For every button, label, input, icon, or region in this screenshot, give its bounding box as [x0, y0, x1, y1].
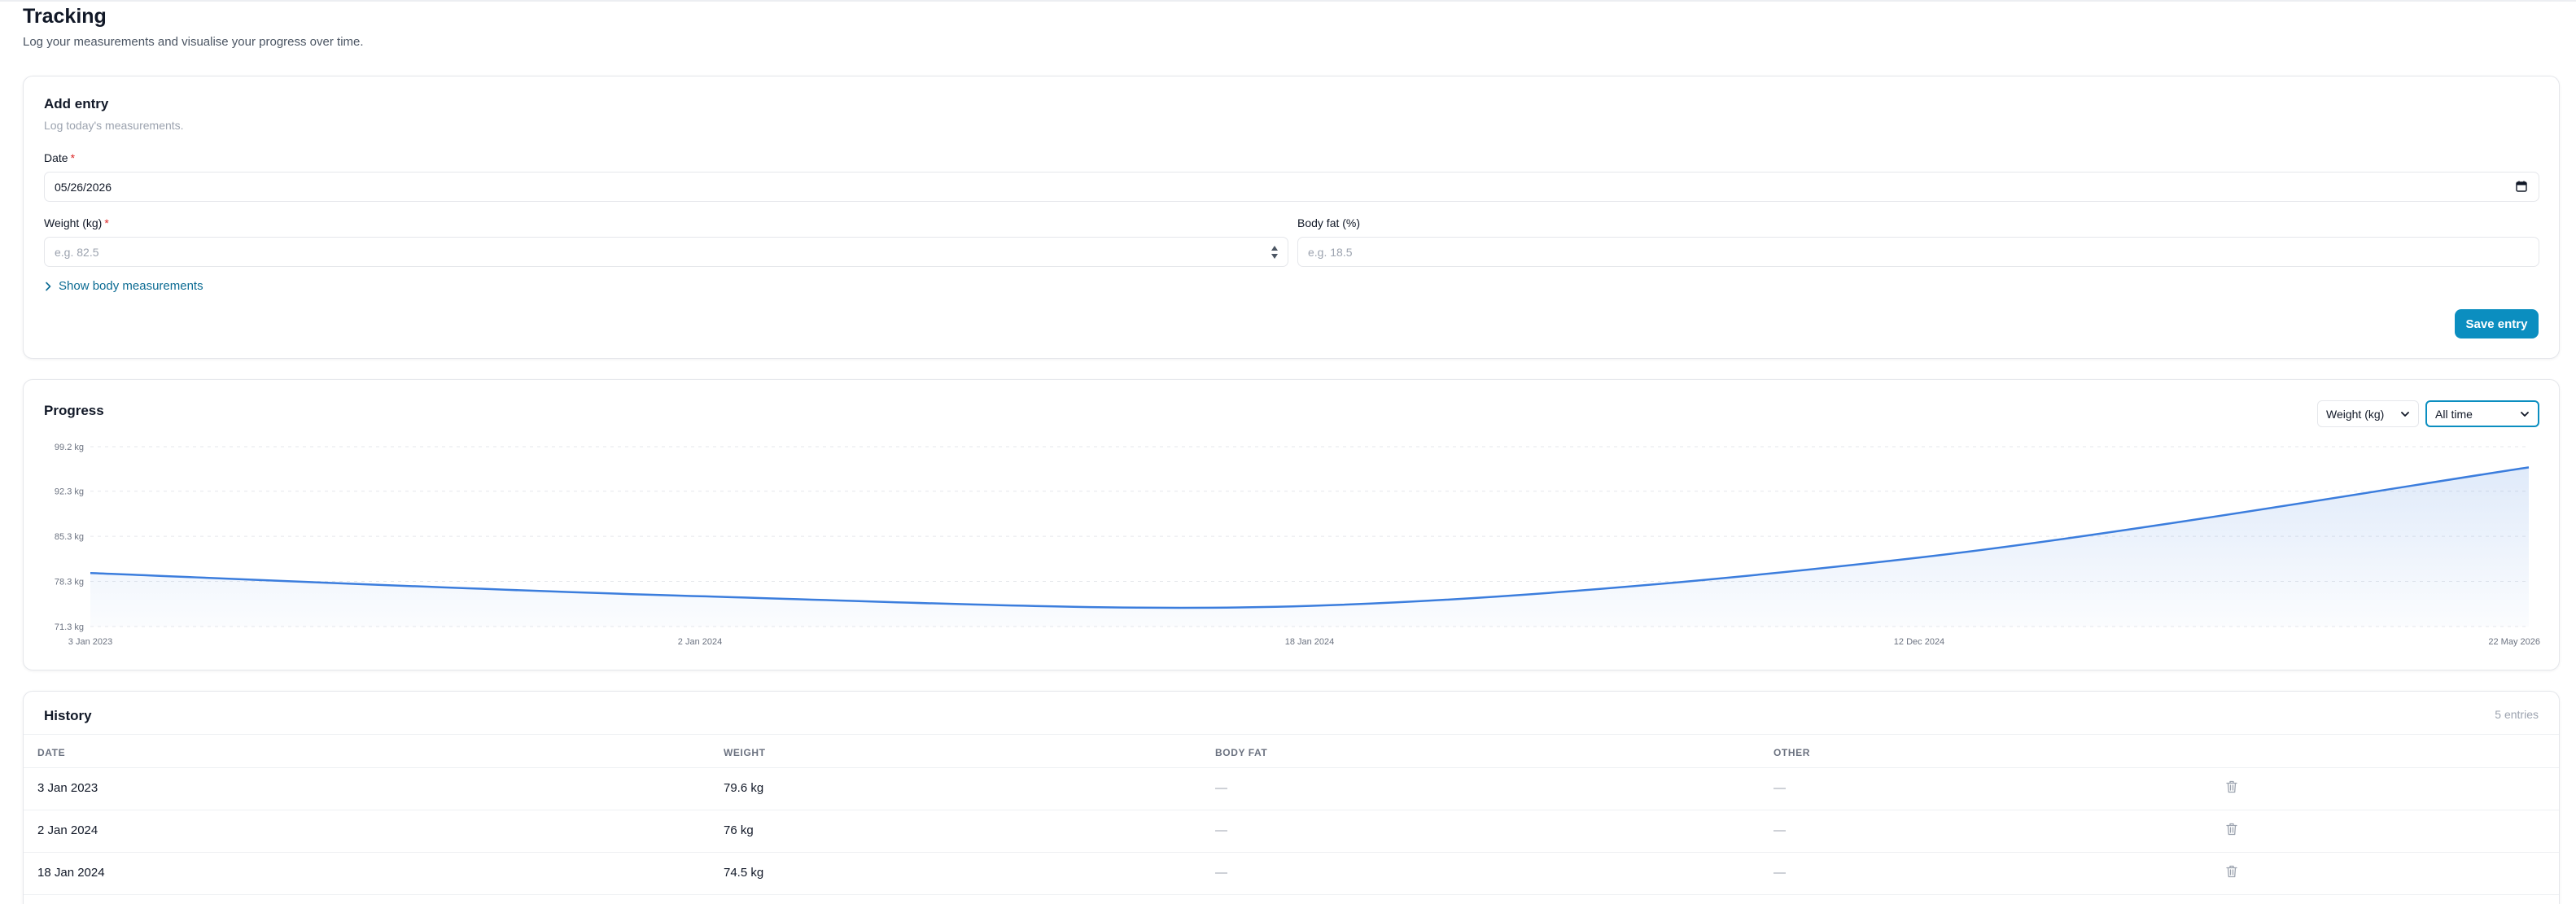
y-tick-label: 85.3 kg — [55, 532, 84, 542]
top-divider — [0, 0, 2576, 2]
bodyfat-input[interactable]: e.g. 18.5 — [1297, 237, 2539, 267]
y-tick-label: 78.3 kg — [55, 578, 84, 587]
add-entry-subtitle: Log today's measurements. — [44, 119, 184, 132]
y-tick-label: 71.3 kg — [55, 622, 84, 632]
column-header-other: OTHER — [1773, 747, 1810, 758]
x-tick-label: 18 Jan 2024 — [1285, 637, 1335, 647]
chevron-right-icon — [46, 282, 51, 290]
history-title: History — [44, 708, 92, 723]
divider — [24, 894, 2559, 895]
weight-label: Weight (kg) * — [44, 216, 109, 229]
y-tick-label: 92.3 kg — [55, 487, 84, 497]
table-row-date: 2 Jan 2024 — [37, 823, 98, 837]
table-row-date: 3 Jan 2023 — [37, 781, 98, 795]
bodyfat-label: Body fat (%) — [1297, 216, 1361, 229]
weight-input[interactable]: e.g. 82.5 — [44, 237, 1288, 267]
required-mark: * — [104, 216, 109, 229]
table-row-weight: 76 kg — [724, 823, 754, 837]
add-entry-card: Add entry Log today's measurements. Date… — [23, 76, 2560, 359]
column-header-date: DATE — [37, 747, 66, 758]
page-title: Tracking — [23, 5, 107, 28]
x-tick-label: 2 Jan 2024 — [678, 637, 722, 647]
divider — [24, 852, 2559, 853]
table-row-body-fat: — — [1215, 781, 1227, 795]
trash-icon[interactable] — [2226, 823, 2237, 836]
table-row-date: 18 Jan 2024 — [37, 866, 105, 880]
column-header-body-fat: BODY FAT — [1215, 747, 1268, 758]
calendar-icon[interactable] — [2516, 181, 2527, 192]
x-tick-label: 12 Dec 2024 — [1894, 637, 1944, 647]
divider — [24, 734, 2559, 735]
y-tick-label: 99.2 kg — [55, 443, 84, 452]
divider — [24, 767, 2559, 768]
column-header-weight: WEIGHT — [724, 747, 766, 758]
trash-icon[interactable] — [2226, 780, 2237, 793]
history-card: History 5 entries DATE WEIGHT BODY FAT O… — [23, 691, 2560, 904]
entries-count: 5 entries — [2495, 708, 2539, 721]
progress-chart: 99.2 kg 92.3 kg 85.3 kg 78.3 kg 71.3 kg 3 Ja… — [55, 443, 2540, 647]
table-row-body-fat: — — [1215, 866, 1227, 880]
page-subtitle: Log your measurements and visualise your… — [23, 35, 364, 49]
table-row-weight: 74.5 kg — [724, 866, 764, 880]
stepper-icon[interactable] — [1270, 243, 1279, 261]
x-tick-label: 3 Jan 2023 — [68, 637, 112, 647]
table-row-body-fat: — — [1215, 823, 1227, 837]
x-tick-label: 22 May 2026 — [2488, 637, 2540, 647]
progress-card: Progress Weight (kg) All time 99.2 kg 92.… — [23, 379, 2560, 670]
table-row-other: — — [1773, 823, 1786, 837]
table-row-weight: 79.6 kg — [724, 781, 764, 795]
date-input[interactable]: 05/26/2026 — [44, 172, 2539, 202]
trash-icon[interactable] — [2226, 865, 2237, 878]
required-mark: * — [70, 151, 76, 164]
table-row-other: — — [1773, 866, 1786, 880]
add-entry-title: Add entry — [44, 96, 109, 111]
show-body-measurements-toggle[interactable]: Show body measurements — [44, 279, 203, 293]
table-row-other: — — [1773, 781, 1786, 795]
date-label: Date * — [44, 151, 76, 164]
save-entry-button[interactable]: Save entry — [2455, 309, 2539, 338]
